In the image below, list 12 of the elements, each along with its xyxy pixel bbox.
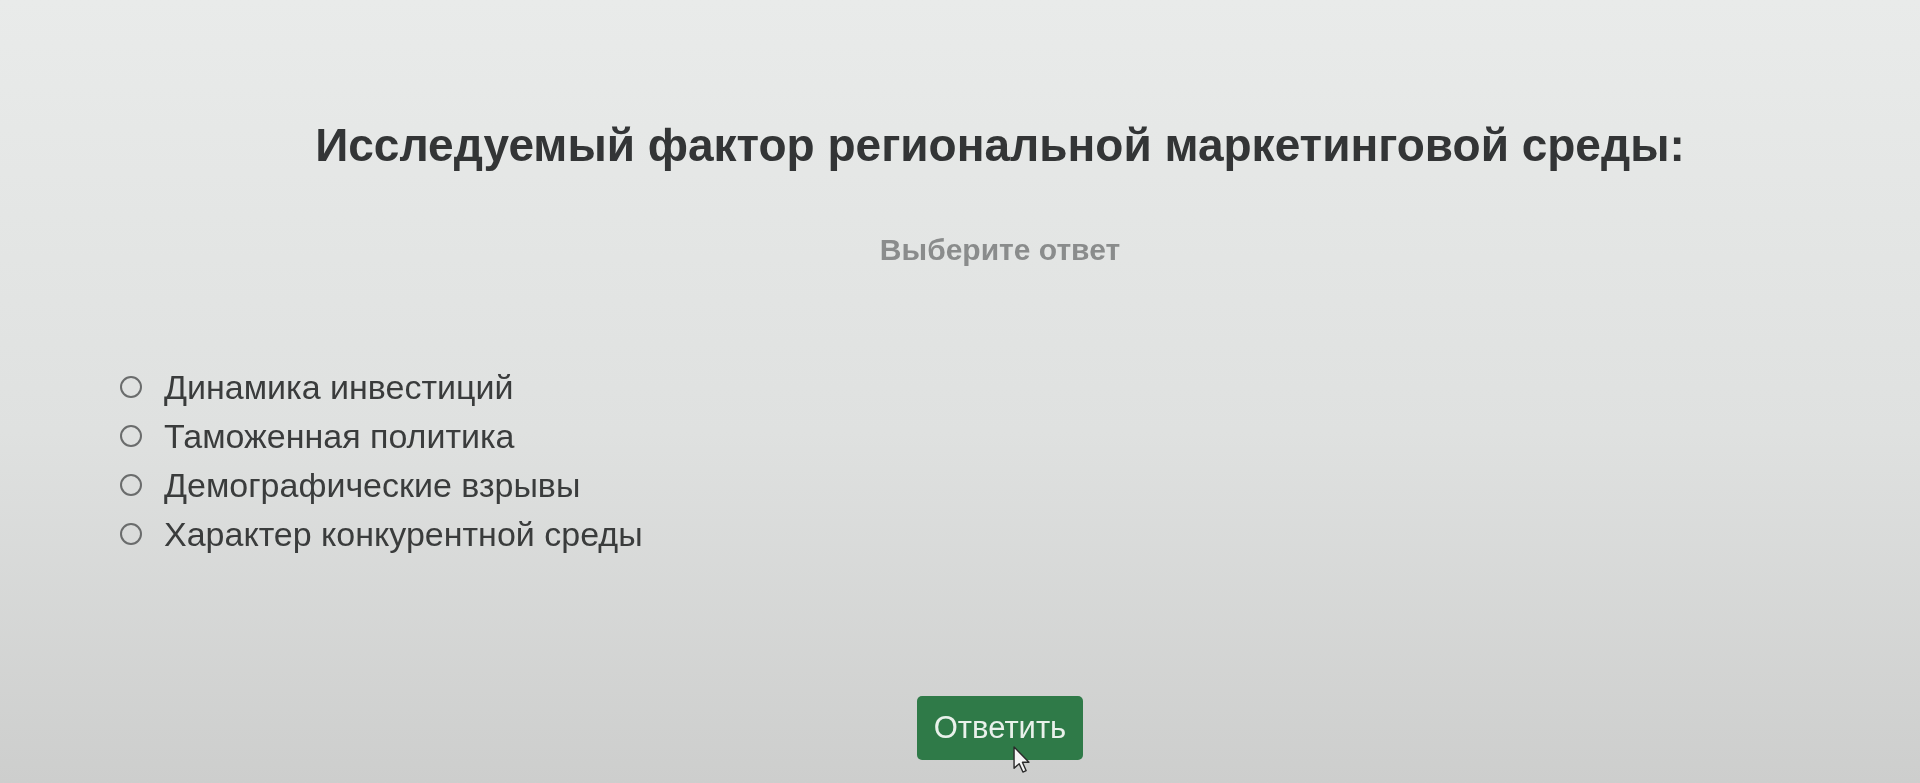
radio-button[interactable] <box>120 522 142 545</box>
mouse-pointer-icon <box>1012 746 1030 773</box>
question-title: Исследуемый фактор региональной маркетинговой среды: <box>315 118 1685 173</box>
radio-button[interactable] <box>120 375 142 398</box>
option-label[interactable]: Динамика инвестиций <box>164 365 514 408</box>
radio-button[interactable] <box>120 424 142 447</box>
option-label[interactable]: Характер конкурентной среды <box>164 512 643 555</box>
option-label[interactable]: Демографические взрывы <box>164 463 581 506</box>
radio-button[interactable] <box>120 473 142 496</box>
option-label[interactable]: Таможенная политика <box>164 414 515 457</box>
submit-button[interactable]: Ответить <box>916 696 1084 760</box>
instruction-text: Выберите ответ <box>879 232 1121 268</box>
